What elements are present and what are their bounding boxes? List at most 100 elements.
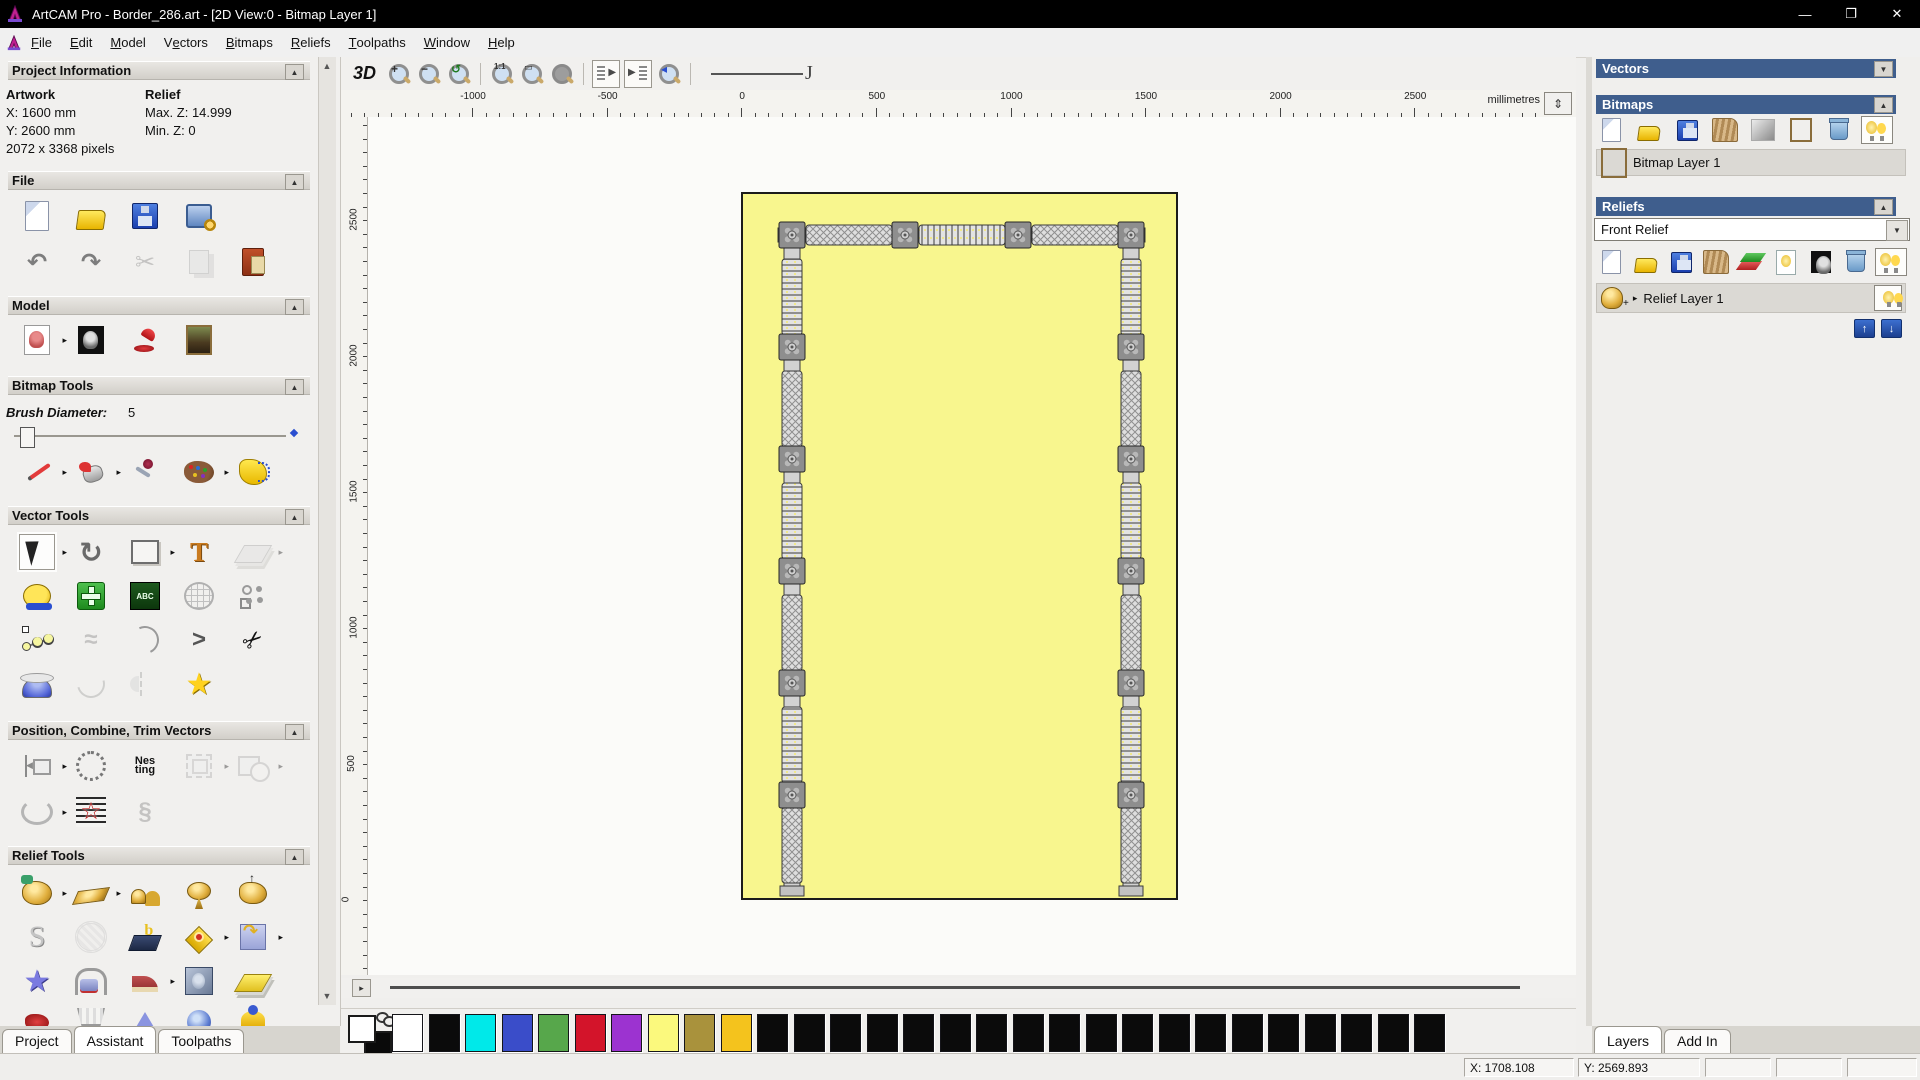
undo-icon[interactable]: ↶ [20,245,54,279]
flyout-icon[interactable]: ▸ [62,335,67,346]
star-relief-icon[interactable]: ★ [20,964,54,998]
load-image-icon[interactable] [182,323,216,357]
reliefs-panel-header[interactable]: Reliefs ▲ [1596,197,1896,216]
two-rail-sweep-icon[interactable]: ▸ [128,964,175,998]
transform-vectors-icon[interactable]: ↻ [74,535,108,569]
tab-toolpaths[interactable]: Toolpaths [158,1029,245,1053]
zoom-in-icon[interactable]: + [386,61,412,87]
flyout-icon[interactable]: ▸ [170,976,175,987]
toggle-vector-view-icon[interactable] [624,59,653,88]
paste-text-icon[interactable]: ABC [128,579,162,613]
zoom-out-icon[interactable]: − [416,61,442,87]
relief-texture-icon[interactable] [1701,249,1731,275]
3d-view-button[interactable]: 3D [353,63,376,84]
relief-select-dropdown[interactable]: Front Relief ▼ [1594,218,1910,241]
palette-swatch[interactable] [465,1014,496,1052]
flyout-icon[interactable]: ▸ [224,467,229,478]
border-ornament-vector[interactable] [743,194,1176,898]
expand-icon[interactable]: ▼ [1874,61,1893,77]
zoom-object-icon[interactable] [549,61,575,87]
primary-colour-swatch[interactable] [348,1015,376,1043]
brush-slider-handle[interactable] [20,427,35,448]
brush-slider-track[interactable] [14,435,286,437]
palette-swatch[interactable] [720,1014,752,1052]
flyout-icon[interactable]: ▸ [224,761,229,772]
zoom-previous-icon[interactable]: ↺ [446,61,472,87]
link-colours-icon[interactable] [376,1012,396,1027]
text-on-curve-icon[interactable] [74,749,108,783]
collapse-icon[interactable]: ▲ [285,379,304,395]
palette-swatch[interactable] [1414,1014,1445,1052]
palette-swatch[interactable] [830,1014,861,1052]
restore-button[interactable]: ❐ [1828,0,1874,28]
preview-relief-icon[interactable]: ◂ [656,61,682,87]
toggle-relief-visibility-icon[interactable] [1875,248,1907,276]
palette-swatch[interactable] [1085,1014,1117,1052]
create-rectangle-icon[interactable]: ▸ [128,535,175,569]
vector-tools-header[interactable]: Vector Tools ▲ [8,506,310,525]
turn-relief-icon[interactable] [182,1004,216,1026]
measure-icon[interactable] [20,579,54,613]
redo-icon[interactable]: ↷ [74,245,108,279]
close-button[interactable]: ✕ [1874,0,1920,28]
flyout-icon[interactable]: ▸ [116,467,121,478]
scrollbar-thumb[interactable] [390,986,1520,989]
palette-swatch[interactable] [903,1014,934,1052]
tab-assistant[interactable]: Assistant [73,1026,157,1053]
trim-vectors-icon[interactable]: ✂ [229,616,277,664]
delete-relief-layer-icon[interactable] [1841,249,1871,275]
flyout-icon[interactable]: ▸ [278,547,283,558]
relief-layer-visibility-icon[interactable] [1874,285,1902,311]
menu-bitmaps[interactable]: Bitmaps [217,28,282,57]
open-model-icon[interactable] [74,199,108,233]
greyscale-preview-icon[interactable] [1806,249,1836,275]
collapse-icon[interactable]: ▲ [285,509,304,525]
menu-vectors[interactable]: Ve ctors [155,28,217,57]
flyout-icon[interactable]: ▸ [62,761,67,772]
palette-swatch[interactable] [939,1014,971,1052]
palette-swatch[interactable] [1195,1014,1226,1052]
menu-window[interactable]: Window [415,28,479,57]
flyout-icon[interactable]: ▸ [224,932,229,943]
palette-swatch[interactable] [392,1014,423,1052]
flyout-icon[interactable]: ▸ [116,888,121,899]
open-bitmap-layer-icon[interactable] [1634,117,1664,143]
paint-icon[interactable]: ▸ [20,455,67,489]
scroll-right-icon[interactable]: ▸ [352,979,371,997]
tab-project[interactable]: Project [2,1029,72,1053]
collapse-icon[interactable]: ▲ [285,849,304,865]
paste-icon[interactable] [236,245,270,279]
toggle-bitmap-view-icon[interactable] [592,59,621,88]
palette-swatch[interactable] [574,1014,606,1052]
save-model-icon[interactable] [128,199,162,233]
menu-toolpaths[interactable]: Toolpaths [340,28,415,57]
save-relief-layer-icon[interactable] [1666,249,1696,275]
vectors-panel-header[interactable]: Vectors ▼ [1596,59,1896,78]
palette-swatch[interactable] [538,1014,569,1052]
palette-swatch[interactable] [647,1014,679,1052]
primary-secondary-colour-indicator[interactable] [348,1012,396,1059]
scroll-up-icon[interactable]: ▲ [319,58,335,74]
create-text-icon[interactable]: T [182,535,216,569]
create-plane-icon[interactable]: ▸ [71,876,121,910]
create-polyline-icon[interactable] [20,623,54,657]
wrap-relief-icon[interactable] [74,964,108,998]
menu-file[interactable]: File [22,28,61,57]
flyout-icon[interactable]: ▸ [170,547,175,558]
project-information-header[interactable]: Project Information ▲ [8,61,310,80]
minimize-button[interactable]: — [1782,0,1828,28]
new-relief-layer-icon[interactable] [1596,249,1626,275]
shape-editor-icon[interactable] [182,876,216,910]
palette-swatch[interactable] [1341,1014,1372,1052]
palette-swatch[interactable] [1012,1014,1044,1052]
canvas-viewport[interactable] [368,117,1576,975]
zoom-fit-icon[interactable]: ▭ [519,61,545,87]
offset-relief-icon[interactable]: ▸ [182,920,229,954]
flyout-icon[interactable]: ▸ [278,761,283,772]
relief-layer-row[interactable]: + ▸ Relief Layer 1 [1596,283,1906,313]
palette-swatch[interactable] [757,1014,788,1052]
transfer-relief-layer-icon[interactable] [1736,249,1766,275]
new-model-icon[interactable] [20,199,54,233]
flyout-icon[interactable]: ▸ [62,888,67,899]
relief-library-icon[interactable] [128,920,162,954]
